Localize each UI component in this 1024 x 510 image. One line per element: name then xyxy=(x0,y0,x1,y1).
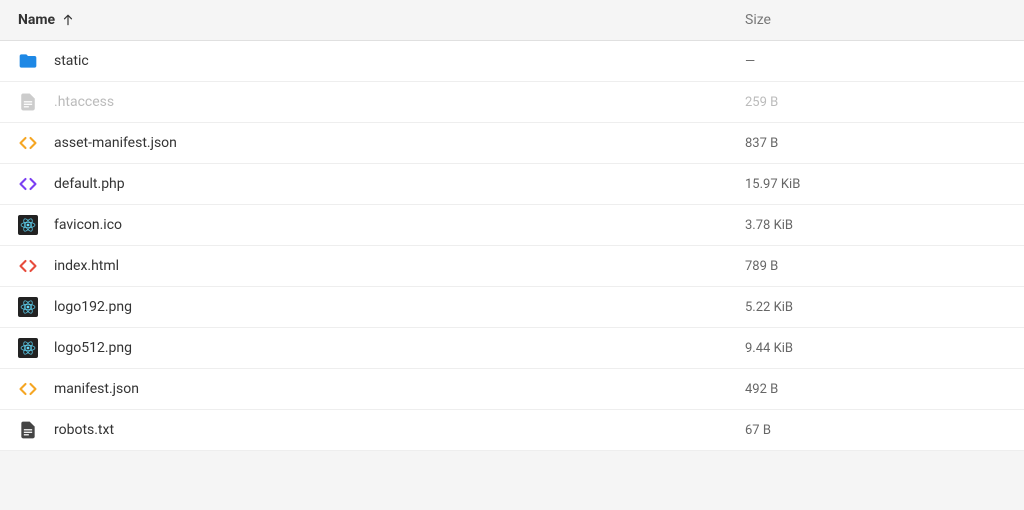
table-row[interactable]: robots.txt67 B xyxy=(0,410,1024,451)
file-size: 259 B xyxy=(745,95,778,110)
row-size-cell: 259 B xyxy=(745,95,1024,110)
row-name-cell: manifest.json xyxy=(0,379,745,399)
file-name: index.html xyxy=(54,258,745,274)
file-size: 15.97 KiB xyxy=(745,177,800,192)
react-icon xyxy=(18,215,38,235)
doc-dark-icon xyxy=(18,420,38,440)
row-size-cell: 492 B xyxy=(745,382,1024,397)
file-size: 789 B xyxy=(745,259,778,274)
row-size-cell: 5.22 KiB xyxy=(745,300,1024,315)
row-name-cell: favicon.ico xyxy=(0,215,745,235)
column-header-name[interactable]: Name xyxy=(0,12,745,28)
table-row[interactable]: logo512.png9.44 KiB xyxy=(0,328,1024,369)
file-size: 67 B xyxy=(745,423,771,438)
code-orange-icon xyxy=(18,133,38,153)
row-name-cell: robots.txt xyxy=(0,420,745,440)
table-row[interactable]: .htaccess259 B xyxy=(0,82,1024,123)
file-name: default.php xyxy=(54,176,745,192)
table-row[interactable]: favicon.ico3.78 KiB xyxy=(0,205,1024,246)
row-name-cell: asset-manifest.json xyxy=(0,133,745,153)
table-header: Name Size xyxy=(0,0,1024,41)
row-name-cell: .htaccess xyxy=(0,92,745,112)
file-size: 5.22 KiB xyxy=(745,300,793,315)
table-row[interactable]: logo192.png5.22 KiB xyxy=(0,287,1024,328)
row-size-cell: 15.97 KiB xyxy=(745,177,1024,192)
row-name-cell: default.php xyxy=(0,174,745,194)
file-name: static xyxy=(54,53,745,69)
table-row[interactable]: asset-manifest.json837 B xyxy=(0,123,1024,164)
table-row[interactable]: static— xyxy=(0,41,1024,82)
file-name: favicon.ico xyxy=(54,217,745,233)
file-size: 9.44 KiB xyxy=(745,341,793,356)
column-size-label: Size xyxy=(745,12,771,28)
row-name-cell: logo192.png xyxy=(0,297,745,317)
row-name-cell: index.html xyxy=(0,256,745,276)
file-size: — xyxy=(745,54,755,69)
table-row[interactable]: default.php15.97 KiB xyxy=(0,164,1024,205)
sort-ascending-icon xyxy=(61,13,75,27)
file-name: manifest.json xyxy=(54,381,745,397)
row-size-cell: 789 B xyxy=(745,259,1024,274)
doc-grey-icon xyxy=(18,92,38,112)
folder-icon xyxy=(18,51,38,71)
file-name: .htaccess xyxy=(54,94,745,110)
column-header-size[interactable]: Size xyxy=(745,12,1024,28)
file-name: logo512.png xyxy=(54,340,745,356)
row-size-cell: 837 B xyxy=(745,136,1024,151)
table-row[interactable]: manifest.json492 B xyxy=(0,369,1024,410)
code-purple-icon xyxy=(18,174,38,194)
row-size-cell: — xyxy=(745,54,1024,69)
file-size: 3.78 KiB xyxy=(745,218,793,233)
file-name: robots.txt xyxy=(54,422,745,438)
react-icon xyxy=(18,297,38,317)
file-size: 837 B xyxy=(745,136,778,151)
file-name: asset-manifest.json xyxy=(54,135,745,151)
row-size-cell: 9.44 KiB xyxy=(745,341,1024,356)
column-name-label: Name xyxy=(18,12,55,28)
code-red-icon xyxy=(18,256,38,276)
file-size: 492 B xyxy=(745,382,778,397)
table-row[interactable]: index.html789 B xyxy=(0,246,1024,287)
row-name-cell: static xyxy=(0,51,745,71)
file-name: logo192.png xyxy=(54,299,745,315)
row-size-cell: 3.78 KiB xyxy=(745,218,1024,233)
react-icon xyxy=(18,338,38,358)
row-name-cell: logo512.png xyxy=(0,338,745,358)
code-orange-icon xyxy=(18,379,38,399)
row-size-cell: 67 B xyxy=(745,423,1024,438)
file-table: Name Size static—.htaccess259 Basset-man… xyxy=(0,0,1024,451)
